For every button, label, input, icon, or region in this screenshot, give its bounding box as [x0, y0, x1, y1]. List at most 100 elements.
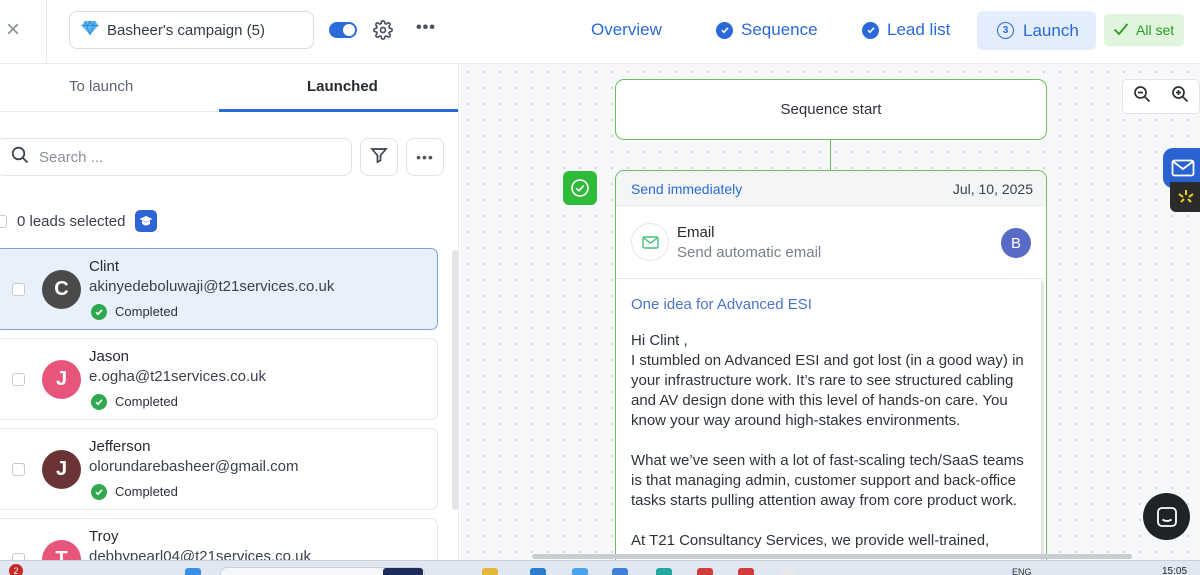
graduation-cap-icon[interactable]	[135, 210, 158, 232]
checkmark-icon	[1113, 22, 1129, 39]
campaign-name: Basheer's campaign (5)	[107, 21, 265, 39]
filter-button[interactable]	[360, 138, 398, 176]
check-circle-icon	[91, 393, 107, 410]
avatar: C	[42, 270, 81, 309]
envelope-icon	[631, 223, 669, 261]
windows-start-icon[interactable]	[185, 568, 201, 575]
app-icon[interactable]	[612, 568, 628, 575]
check-circle-icon	[91, 303, 107, 320]
lead-checkbox[interactable]	[12, 373, 25, 386]
email-body-scrollbar[interactable]	[1041, 281, 1044, 560]
lead-tabs: To launch Launched	[0, 64, 458, 112]
lead-card[interactable]: J Jason e.ogha@t21services.co.uk Complet…	[0, 338, 438, 420]
file-explorer-icon[interactable]	[482, 568, 498, 575]
top-bar: × Basheer's campaign (5) ••• Overview Se…	[0, 0, 1200, 64]
lead-email: akinyedeboluwaji@t21services.co.uk	[89, 278, 335, 295]
step-date: Jul, 10, 2025	[952, 181, 1033, 197]
app-icon[interactable]	[530, 568, 546, 575]
taskbar-widget-icon[interactable]	[383, 568, 423, 575]
sender-avatar[interactable]: B	[1001, 228, 1031, 258]
lead-checkbox[interactable]	[12, 463, 25, 476]
nav-lead-list-label: Lead list	[887, 20, 951, 39]
email-type-subtitle: Send automatic email	[677, 244, 822, 261]
zoom-controls	[1122, 79, 1200, 114]
avatar: J	[42, 360, 81, 399]
gear-icon[interactable]	[373, 20, 393, 40]
leads-scrollbar[interactable]	[452, 250, 458, 510]
step-complete-icon	[563, 171, 597, 205]
status-badge: Completed	[91, 302, 178, 321]
status-badge: Completed	[91, 392, 178, 411]
nav-sequence[interactable]: Sequence	[716, 0, 818, 60]
status-label: Completed	[115, 394, 178, 409]
zoom-in-icon[interactable]	[1171, 85, 1189, 108]
email-paragraph: At T21 Consultancy Services, we provide …	[631, 532, 990, 549]
close-icon[interactable]: ×	[2, 18, 24, 42]
lead-checkbox[interactable]	[12, 283, 25, 296]
status-badge: Completed	[91, 482, 178, 501]
email-type-title: Email	[677, 224, 715, 241]
nav-lead-list[interactable]: Lead list	[862, 0, 950, 60]
email-paragraph: What we’ve seen with a lot of fast-scali…	[631, 452, 1024, 509]
all-set-status[interactable]: All set	[1104, 14, 1184, 46]
lead-card[interactable]: J Jefferson olorundarebasheer@gmail.com …	[0, 428, 438, 510]
campaign-selector[interactable]: Basheer's campaign (5)	[69, 11, 314, 49]
chat-support-button[interactable]	[1143, 493, 1190, 540]
active-tab-indicator	[219, 109, 458, 112]
lead-name: Clint	[89, 258, 120, 275]
avatar: T	[42, 540, 81, 560]
status-label: Completed	[115, 484, 178, 499]
app-icon[interactable]	[656, 568, 672, 575]
divider	[46, 0, 47, 64]
diamond-icon	[81, 20, 99, 40]
sequence-canvas: Sequence start Send immediately Jul, 10,…	[460, 64, 1200, 560]
nav-sequence-label: Sequence	[741, 20, 818, 39]
lead-name: Jefferson	[89, 438, 151, 455]
sequence-start-label: Sequence start	[780, 101, 882, 118]
avatar: J	[42, 450, 81, 489]
zoom-out-icon[interactable]	[1133, 85, 1151, 108]
app-icon[interactable]	[697, 568, 713, 575]
selection-row: 0 leads selected	[0, 210, 158, 232]
app-icon[interactable]	[780, 568, 796, 575]
launch-label: Launch	[1023, 20, 1079, 40]
lead-name: Troy	[89, 528, 119, 545]
email-greeting: Hi Clint ,	[631, 332, 688, 349]
step-timing[interactable]: Send immediately	[631, 181, 742, 197]
nav-overview[interactable]: Overview	[591, 0, 662, 60]
lead-card[interactable]: C Clint akinyedeboluwaji@t21services.co.…	[0, 248, 438, 330]
check-circle-icon	[862, 21, 879, 39]
search-box[interactable]	[0, 138, 352, 176]
more-icon: •••	[416, 149, 434, 165]
clock[interactable]: 15:05	[1162, 566, 1187, 575]
select-all-checkbox[interactable]	[0, 214, 7, 228]
tab-launched[interactable]: Launched	[307, 78, 378, 95]
all-set-label: All set	[1136, 22, 1175, 38]
notification-badge[interactable]: 2	[9, 564, 23, 575]
check-circle-icon	[91, 483, 107, 500]
tab-to-launch[interactable]: To launch	[69, 78, 133, 95]
email-step-card[interactable]: Send immediately Jul, 10, 2025 Email Sen…	[615, 170, 1047, 560]
email-paragraph: I stumbled on Advanced ESI and got lost …	[631, 352, 1024, 429]
more-options-icon[interactable]: •••	[416, 19, 436, 37]
launch-button[interactable]: 3 Launch	[977, 11, 1096, 50]
lead-checkbox[interactable]	[12, 553, 25, 560]
campaign-toggle[interactable]	[329, 22, 357, 38]
status-label: Completed	[115, 304, 178, 319]
lead-email: e.ogha@t21services.co.uk	[89, 368, 266, 385]
email-subject: One idea for Advanced ESI	[631, 296, 812, 313]
lead-card[interactable]: T Troy debbypearl04@t21services.co.uk	[0, 518, 438, 560]
leads-selected-count: 0 leads selected	[17, 212, 126, 230]
canvas-horizontal-scrollbar[interactable]	[532, 554, 1132, 559]
app-icon[interactable]	[572, 568, 588, 575]
sparkle-icon[interactable]	[1170, 182, 1200, 212]
search-input[interactable]	[39, 148, 319, 166]
app-icon[interactable]	[738, 568, 754, 575]
sequence-start-node[interactable]: Sequence start	[615, 79, 1047, 140]
email-type-row: Email Send automatic email B	[616, 207, 1046, 279]
language-indicator[interactable]: ENG	[1012, 567, 1032, 575]
filter-icon	[370, 146, 388, 169]
nav-overview-label: Overview	[591, 20, 662, 39]
step-number-icon: 3	[997, 22, 1014, 39]
more-options-button[interactable]: •••	[406, 138, 444, 176]
